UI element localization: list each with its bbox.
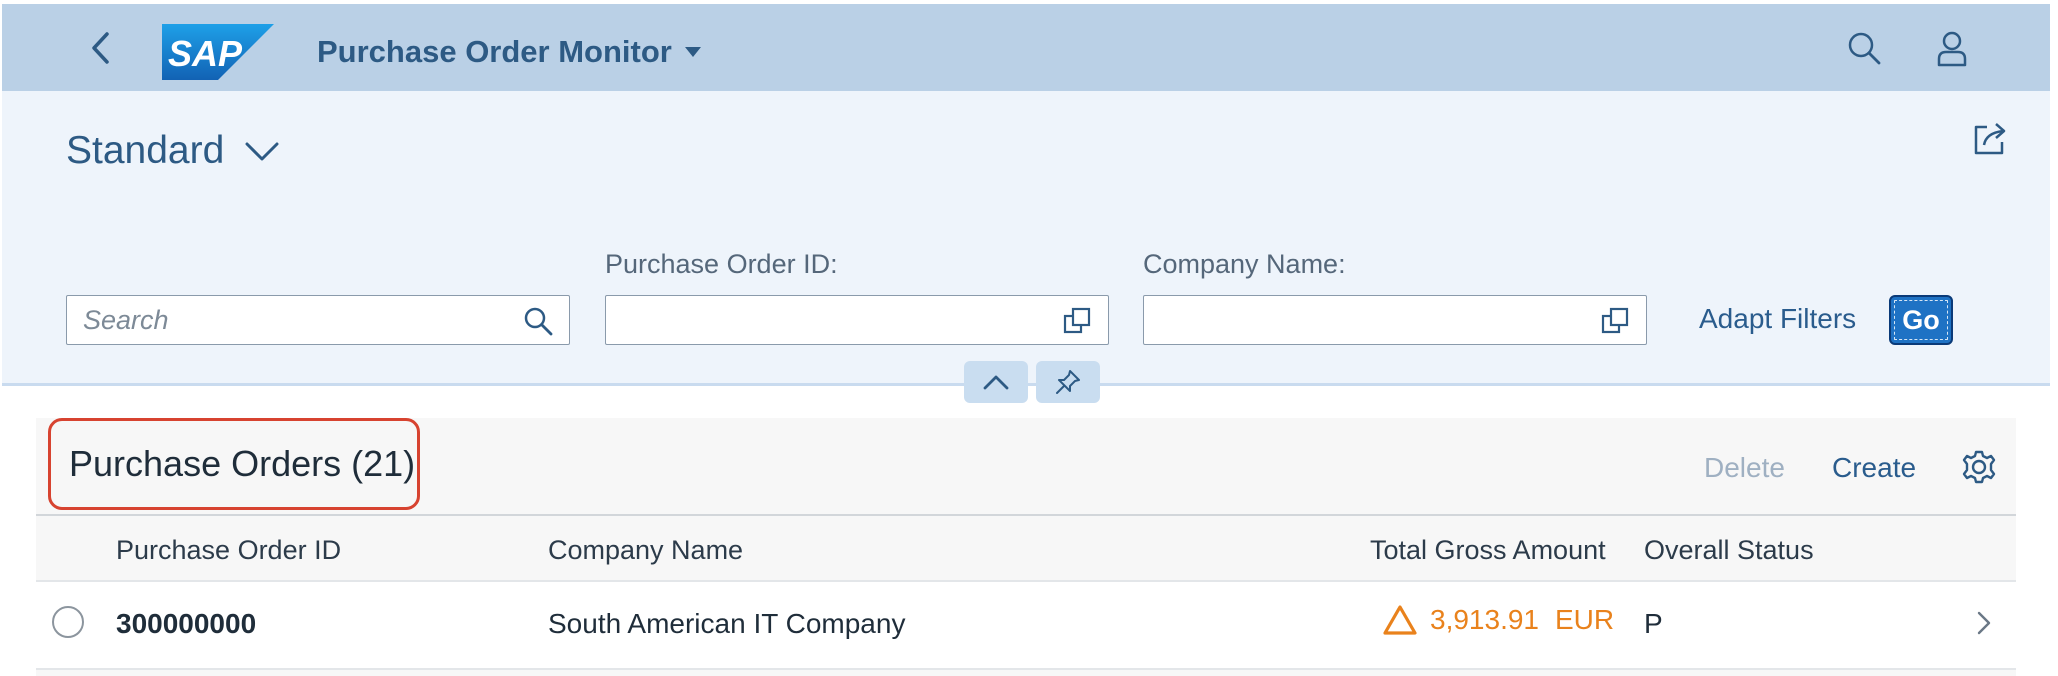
table-toolbar: Purchase Orders (21) Delete Create xyxy=(36,418,2016,514)
pin-icon xyxy=(1056,370,1080,394)
row-select-radio[interactable] xyxy=(52,606,84,638)
sap-logo: SAP xyxy=(162,24,274,80)
go-button[interactable]: Go xyxy=(1889,295,1953,345)
purchase-order-id-label: Purchase Order ID: xyxy=(605,249,838,279)
value-help-icon[interactable] xyxy=(1062,306,1092,336)
search-input[interactable] xyxy=(67,296,507,344)
app-title: Purchase Order Monitor xyxy=(317,34,672,69)
chevron-left-icon xyxy=(92,32,109,64)
chevron-right-icon[interactable] xyxy=(1972,608,1996,638)
column-header-company[interactable]: Company Name xyxy=(548,535,743,566)
adapt-filters-button[interactable]: Adapt Filters xyxy=(1699,303,1856,335)
company-name-input[interactable] xyxy=(1144,296,1584,344)
gear-icon[interactable] xyxy=(1960,448,1998,486)
company-name-field[interactable] xyxy=(1143,295,1647,345)
column-header-amount[interactable]: Total Gross Amount xyxy=(1370,535,1606,566)
table-column-header: Purchase Order ID Company Name Total Gro… xyxy=(36,514,2016,582)
back-button[interactable] xyxy=(80,26,124,70)
app-page: SAP Purchase Order Monitor Standard Sear… xyxy=(0,0,2058,676)
caret-down-icon xyxy=(684,47,701,57)
row-status: P xyxy=(1644,608,1663,639)
row-amount-value: 3,913.91 xyxy=(1430,604,1539,635)
value-help-icon[interactable] xyxy=(1600,306,1630,336)
table-row[interactable]: 300000000 South American IT Company 3,91… xyxy=(36,582,2016,670)
search-field[interactable] xyxy=(66,295,570,345)
chevron-down-icon xyxy=(245,142,279,161)
collapse-header-button[interactable] xyxy=(964,361,1028,403)
purchase-order-id-input[interactable] xyxy=(606,296,1046,344)
purchase-orders-table: Purchase Orders (21) Delete Create Purch… xyxy=(36,418,2016,676)
create-button[interactable]: Create xyxy=(1832,452,1916,484)
search-icon[interactable] xyxy=(1844,28,1884,68)
sap-logo-text: SAP xyxy=(168,33,243,74)
chevron-up-icon xyxy=(983,375,1009,390)
variant-selector[interactable]: Standard xyxy=(66,126,280,176)
filter-bar: Standard Purchase Order ID: xyxy=(2,91,2050,403)
header-toggle-group xyxy=(964,361,1100,403)
row-company: South American IT Company xyxy=(548,608,906,639)
warning-triangle-icon xyxy=(1383,605,1417,635)
app-title-menu[interactable]: Purchase Order Monitor xyxy=(317,32,702,72)
purchase-order-id-field[interactable] xyxy=(605,295,1109,345)
pin-header-button[interactable] xyxy=(1036,361,1100,403)
row-amount-currency: EUR xyxy=(1555,604,1615,635)
row-po-id: 300000000 xyxy=(116,608,257,639)
shell-bar: SAP Purchase Order Monitor xyxy=(2,4,2050,91)
row-amount: 3,913.91 EUR xyxy=(1382,604,1614,636)
delete-button[interactable]: Delete xyxy=(1704,452,1785,484)
company-name-label: Company Name: xyxy=(1143,249,1346,279)
user-profile-icon[interactable] xyxy=(1932,28,1972,68)
search-icon[interactable] xyxy=(523,306,553,336)
table-title: Purchase Orders (21) xyxy=(48,418,420,510)
variant-name: Standard xyxy=(66,129,225,172)
column-header-po-id[interactable]: Purchase Order ID xyxy=(116,535,341,566)
column-header-status[interactable]: Overall Status xyxy=(1644,535,1814,566)
share-icon[interactable] xyxy=(1970,119,2010,159)
